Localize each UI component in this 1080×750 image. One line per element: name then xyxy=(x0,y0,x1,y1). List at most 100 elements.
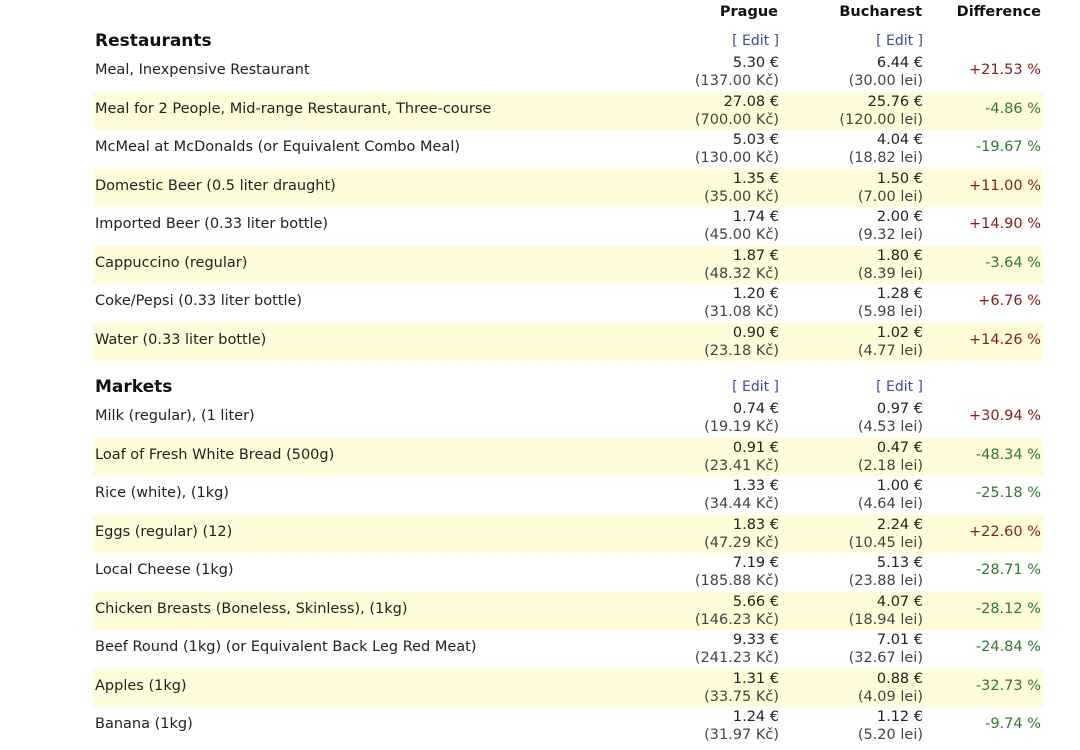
price-prague: 1.83 € (47.29 Kč) xyxy=(619,516,779,552)
price-difference: -32.73 % xyxy=(975,678,1041,694)
price-bucharest: 4.07 € (18.94 lei) xyxy=(763,593,923,629)
price-prague-eur: 1.20 € xyxy=(732,286,779,302)
table-row: Apples (1kg) 1.31 € (33.75 Kč) 0.88 € (4.09 … xyxy=(93,669,1043,707)
price-prague: 0.90 € (23.18 Kč) xyxy=(619,324,779,360)
price-bucharest: 7.01 € (32.67 lei) xyxy=(763,631,923,667)
table-row: Meal for 2 People, Mid-range Restaurant,… xyxy=(93,92,1043,130)
price-prague-local: (185.88 Kč) xyxy=(694,573,779,589)
price-prague: 1.35 € (35.00 Kč) xyxy=(619,170,779,206)
price-prague: 5.03 € (130.00 Kč) xyxy=(619,131,779,167)
price-prague: 1.24 € (31.97 Kč) xyxy=(619,708,779,744)
price-prague-local: (35.00 Kč) xyxy=(704,189,779,205)
item-label: Coke/Pepsi (0.33 liter bottle) xyxy=(95,293,303,309)
price-prague: 1.33 € (34.44 Kč) xyxy=(619,477,779,513)
table-row: Local Cheese (1kg) 7.19 € (185.88 Kč) 5.13 … xyxy=(93,553,1043,591)
price-bucharest-local: (2.18 lei) xyxy=(857,458,923,474)
price-bucharest-local: (7.00 lei) xyxy=(857,189,923,205)
price-bucharest-local: (4.64 lei) xyxy=(857,496,923,512)
price-prague-eur: 1.83 € xyxy=(732,517,779,533)
price-bucharest-local: (18.94 lei) xyxy=(848,612,923,628)
price-bucharest-eur: 7.01 € xyxy=(876,632,923,648)
price-bucharest-eur: 6.44 € xyxy=(876,55,923,71)
table-row: McMeal at McDonalds (or Equivalent Combo… xyxy=(93,130,1043,168)
price-bucharest-eur: 5.13 € xyxy=(876,555,923,571)
price-difference: +14.90 % xyxy=(968,216,1041,232)
item-label: Banana (1kg) xyxy=(95,716,193,732)
item-label: Eggs (regular) (12) xyxy=(95,524,233,540)
price-prague: 1.87 € (48.32 Kč) xyxy=(619,247,779,283)
price-difference: -28.12 % xyxy=(975,601,1041,617)
price-bucharest-local: (30.00 lei) xyxy=(848,73,923,89)
price-prague-local: (241.23 Kč) xyxy=(694,650,779,666)
price-bucharest: 5.13 € (23.88 lei) xyxy=(763,554,923,590)
price-difference: -28.71 % xyxy=(975,562,1041,578)
price-bucharest-local: (120.00 lei) xyxy=(839,112,923,128)
price-bucharest-eur: 1.28 € xyxy=(876,286,923,302)
table-row: Meal, Inexpensive Restaurant 5.30 € (137.0… xyxy=(93,53,1043,91)
edit-link-bucharest-markets[interactable]: [ Edit ] xyxy=(723,379,923,395)
price-prague-local: (146.23 Kč) xyxy=(694,612,779,628)
section-title-restaurants: Restaurants xyxy=(95,31,212,51)
table-row: Water (0.33 liter bottle) 0.90 € (23.18 Kč… xyxy=(93,323,1043,361)
table-row: Imported Beer (0.33 liter bottle) 1.74 € (… xyxy=(93,207,1043,245)
table-row: Rice (white), (1kg) 1.33 € (34.44 Kč) 1.00 … xyxy=(93,476,1043,514)
price-bucharest-eur: 4.04 € xyxy=(876,132,923,148)
table-row: Cappuccino (regular) 1.87 € (48.32 Kč) 1.80… xyxy=(93,246,1043,284)
price-bucharest-local: (5.20 lei) xyxy=(857,727,923,743)
price-bucharest: 6.44 € (30.00 lei) xyxy=(763,54,923,90)
price-bucharest-local: (32.67 lei) xyxy=(848,650,923,666)
price-prague-eur: 27.08 € xyxy=(723,94,779,110)
price-prague: 7.19 € (185.88 Kč) xyxy=(619,554,779,590)
price-bucharest-eur: 0.97 € xyxy=(876,401,923,417)
edit-link-bucharest-restaurants[interactable]: [ Edit ] xyxy=(723,33,923,49)
price-prague-local: (130.00 Kč) xyxy=(694,150,779,166)
price-bucharest: 1.80 € (8.39 lei) xyxy=(763,247,923,283)
price-bucharest-eur: 2.00 € xyxy=(876,209,923,225)
price-bucharest-eur: 0.47 € xyxy=(876,440,923,456)
price-bucharest-local: (23.88 lei) xyxy=(848,573,923,589)
price-prague-eur: 9.33 € xyxy=(732,632,779,648)
price-difference: +30.94 % xyxy=(968,408,1041,424)
price-bucharest: 4.04 € (18.82 lei) xyxy=(763,131,923,167)
price-bucharest: 2.00 € (9.32 lei) xyxy=(763,208,923,244)
table-row: Milk (regular), (1 liter) 0.74 € (19.19 Kč… xyxy=(93,399,1043,437)
price-prague-eur: 1.24 € xyxy=(732,709,779,725)
price-bucharest-local: (4.53 lei) xyxy=(857,419,923,435)
price-bucharest-eur: 1.50 € xyxy=(876,171,923,187)
price-prague-local: (19.19 Kč) xyxy=(704,419,779,435)
price-prague-eur: 0.90 € xyxy=(732,325,779,341)
item-label: Imported Beer (0.33 liter bottle) xyxy=(95,216,329,232)
price-prague-local: (23.41 Kč) xyxy=(704,458,779,474)
price-difference: +6.76 % xyxy=(978,293,1041,309)
price-prague: 0.74 € (19.19 Kč) xyxy=(619,400,779,436)
price-bucharest-eur: 1.12 € xyxy=(876,709,923,725)
price-prague-local: (47.29 Kč) xyxy=(704,535,779,551)
price-prague-eur: 5.66 € xyxy=(732,594,779,610)
price-difference: -24.84 % xyxy=(975,639,1041,655)
price-bucharest-eur: 25.76 € xyxy=(867,94,923,110)
item-label: Milk (regular), (1 liter) xyxy=(95,408,255,424)
price-bucharest-local: (10.45 lei) xyxy=(848,535,923,551)
price-difference: -9.74 % xyxy=(985,716,1041,732)
price-difference: -3.64 % xyxy=(985,255,1041,271)
table-row: Beef Round (1kg) (or Equivalent Back Leg… xyxy=(93,630,1043,668)
item-label: Water (0.33 liter bottle) xyxy=(95,332,267,348)
price-prague-eur: 1.31 € xyxy=(732,671,779,687)
price-prague-eur: 0.74 € xyxy=(732,401,779,417)
price-prague-eur: 1.74 € xyxy=(732,209,779,225)
table-row: Banana (1kg) 1.24 € (31.97 Kč) 1.12 € (5.20 … xyxy=(93,707,1043,745)
price-bucharest-local: (9.32 lei) xyxy=(857,227,923,243)
column-header-bucharest: Bucharest xyxy=(839,4,922,20)
price-bucharest-eur: 2.24 € xyxy=(876,517,923,533)
price-bucharest: 25.76 € (120.00 lei) xyxy=(763,93,923,129)
item-label: McMeal at McDonalds (or Equivalent Combo… xyxy=(95,139,460,155)
price-bucharest-local: (4.09 lei) xyxy=(857,689,923,705)
item-label: Beef Round (1kg) (or Equivalent Back Leg… xyxy=(95,639,477,655)
price-prague: 9.33 € (241.23 Kč) xyxy=(619,631,779,667)
price-bucharest: 1.00 € (4.64 lei) xyxy=(763,477,923,513)
price-difference: -19.67 % xyxy=(975,139,1041,155)
price-prague-eur: 0.91 € xyxy=(732,440,779,456)
column-headers: Prague Bucharest Difference xyxy=(0,0,1080,28)
price-prague-eur: 5.03 € xyxy=(732,132,779,148)
table-row: Eggs (regular) (12) 1.83 € (47.29 Kč) 2.24 … xyxy=(93,515,1043,553)
